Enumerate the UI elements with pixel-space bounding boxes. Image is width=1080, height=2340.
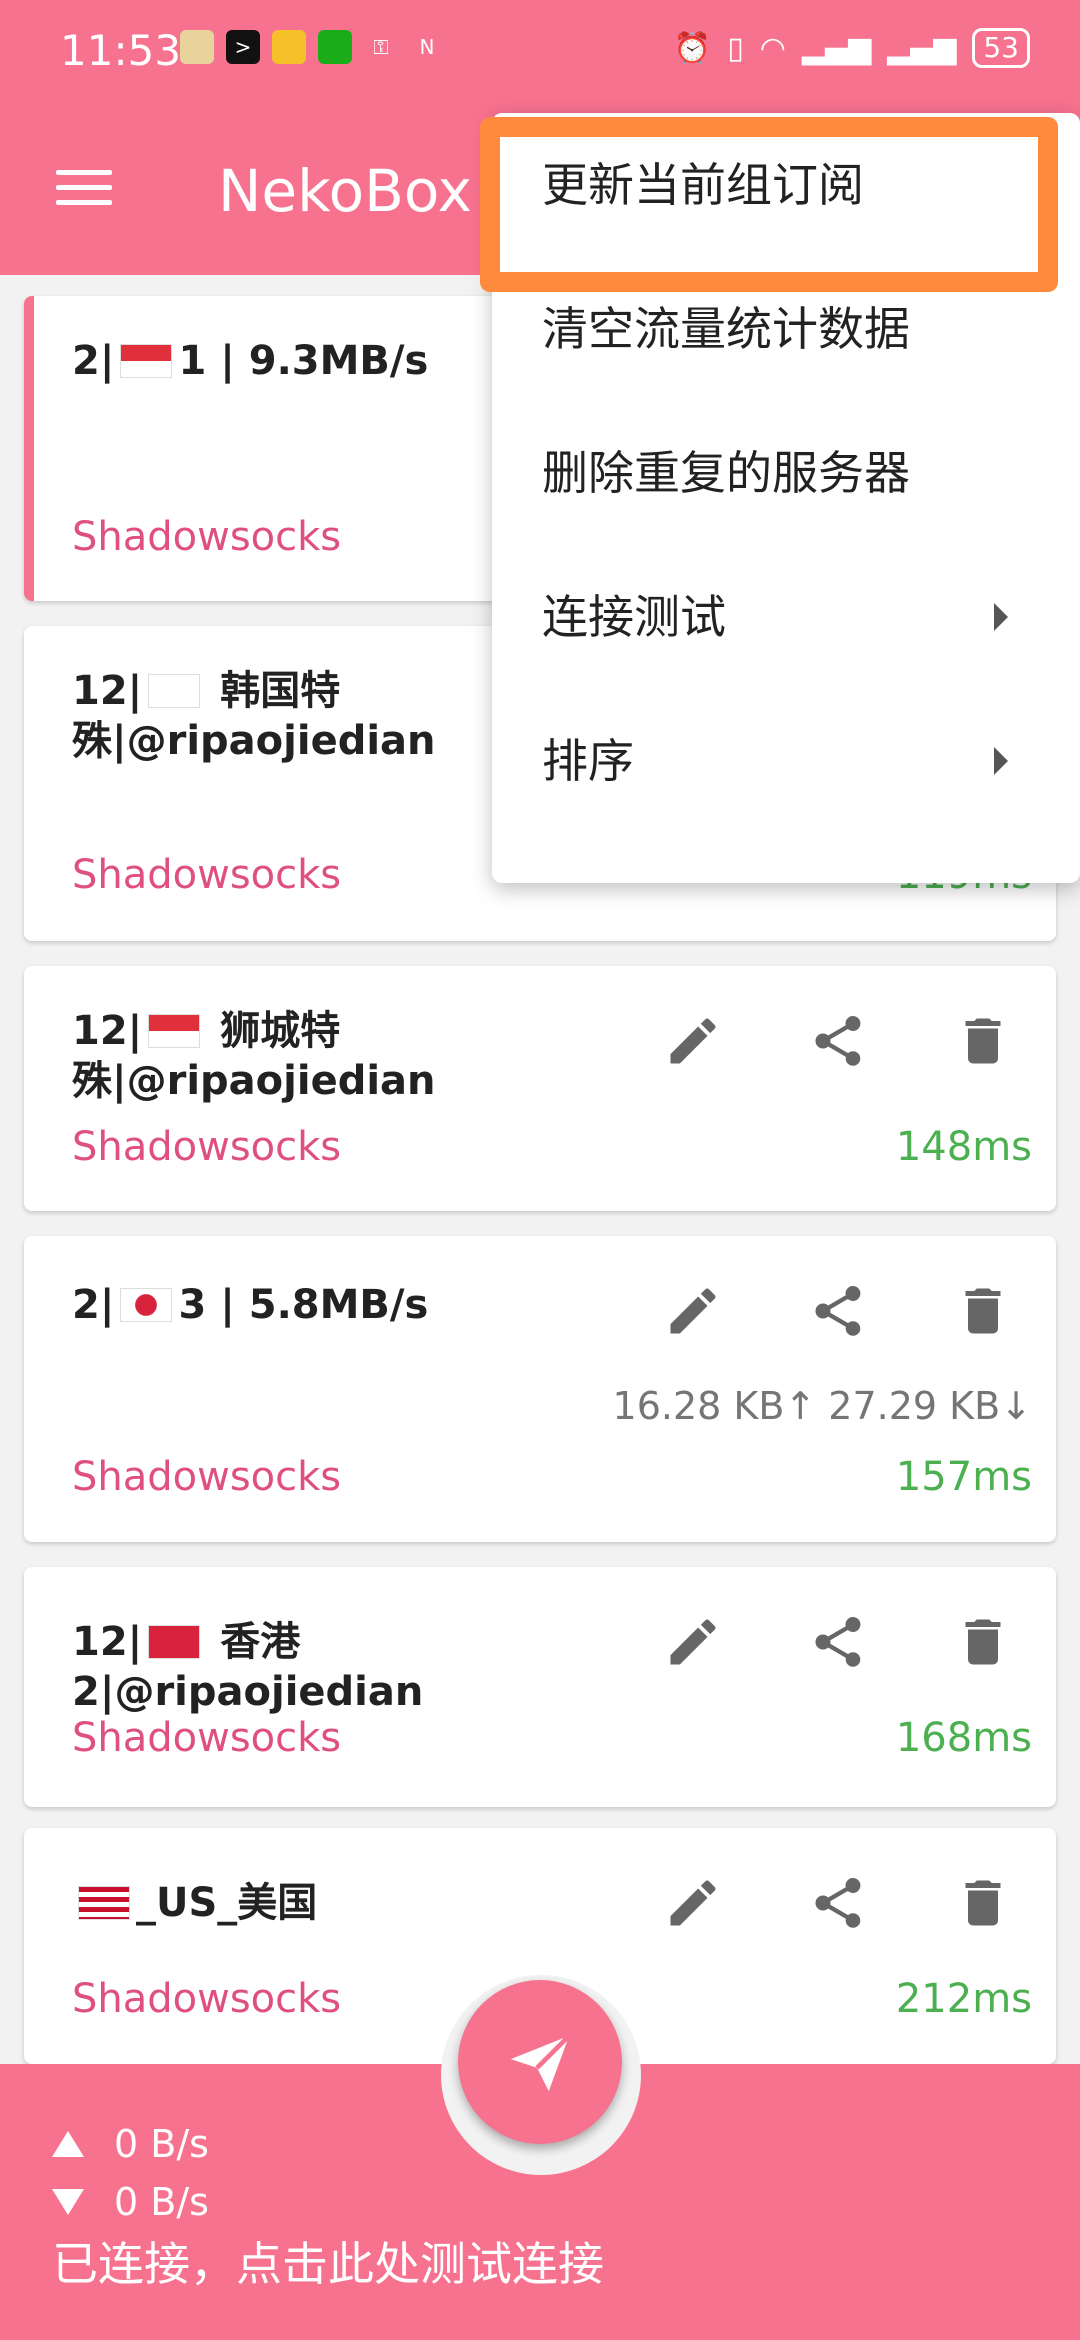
menu-item-clear-traffic[interactable]: 清空流量统计数据 [492, 257, 1080, 401]
alarm-icon: ⏰ [673, 30, 712, 66]
download-speed-value: 0 B/s [114, 2180, 209, 2224]
menu-item-remove-duplicates[interactable]: 删除重复的服务器 [492, 401, 1080, 545]
menu-item-sort[interactable]: 排序 [492, 689, 1080, 833]
server-card[interactable]: 12| 香港2|@ripaojiedian Shadowsocks 168ms [24, 1567, 1056, 1807]
wifi-icon: ◠ [759, 30, 786, 66]
server-latency: 168ms [895, 1715, 1032, 1761]
submenu-arrow-icon [994, 747, 1008, 775]
delete-icon[interactable] [948, 1276, 1018, 1346]
edit-icon[interactable] [658, 1607, 728, 1677]
system-icons: ⏰ ▯ ◠ ▂▄▆ ▂▄▆ 53 [674, 28, 1030, 68]
server-type: Shadowsocks [72, 514, 342, 560]
server-card[interactable]: 2| 3 | 5.8MB/s 16.28 KB↑ 27.29 KB↓ Shadow… [24, 1236, 1056, 1542]
download-arrow-icon [52, 2189, 84, 2215]
battery-icon: 53 [972, 28, 1030, 68]
connect-fab[interactable] [458, 1980, 622, 2144]
edit-icon[interactable] [658, 1868, 728, 1938]
edit-icon[interactable] [658, 1276, 728, 1346]
folder-icon [272, 30, 306, 64]
app-notification-icon [180, 30, 214, 64]
vibrate-icon: ▯ [727, 30, 744, 66]
server-type: Shadowsocks [72, 1715, 342, 1761]
flag-us-icon [78, 1886, 130, 1920]
delete-icon[interactable] [948, 1868, 1018, 1938]
server-latency: 148ms [895, 1124, 1032, 1170]
hamburger-menu-icon[interactable] [56, 170, 112, 210]
send-icon [510, 2034, 571, 2092]
card-actions [658, 1868, 1018, 1938]
upload-arrow-icon [52, 2131, 84, 2157]
server-type: Shadowsocks [72, 1124, 342, 1170]
server-type: Shadowsocks [72, 1454, 342, 1500]
delete-icon[interactable] [948, 1607, 1018, 1677]
download-speed: 0 B/s [52, 2180, 209, 2224]
terminal-icon: > [226, 30, 260, 64]
connection-status[interactable]: 已连接，点击此处测试连接 [52, 2228, 604, 2294]
card-actions [658, 1006, 1018, 1076]
notification-icons: > ⚿ N [180, 30, 444, 64]
signal-icon-2: ▂▄▆ [887, 30, 957, 66]
menu-item-label: 删除重复的服务器 [542, 446, 910, 500]
status-bar: 11:53 > ⚿ N ⏰ ▯ ◠ ▂▄▆ ▂▄▆ 53 [0, 0, 1080, 105]
overflow-menu: 更新当前组订阅 清空流量统计数据 删除重复的服务器 连接测试 排序 [492, 113, 1080, 883]
status-time: 11:53 [60, 26, 182, 75]
menu-item-connection-test[interactable]: 连接测试 [492, 545, 1080, 689]
submenu-arrow-icon [994, 603, 1008, 631]
wechat-icon [318, 30, 352, 64]
server-latency: 157ms [895, 1454, 1032, 1500]
share-icon[interactable] [803, 1276, 873, 1346]
server-name: 12| 狮城特殊|@ripaojiedian [72, 1008, 436, 1104]
server-latency: 212ms [895, 1976, 1032, 2022]
flag-sg-icon [120, 344, 173, 378]
share-icon[interactable] [803, 1006, 873, 1076]
key-icon: ⚿ [373, 35, 389, 59]
edit-icon[interactable] [658, 1006, 728, 1076]
server-name: 12| 香港2|@ripaojiedian [72, 1619, 424, 1715]
flag-kr-icon [148, 674, 201, 708]
app-title: NekoBox [218, 157, 472, 225]
server-card[interactable]: 12| 狮城特殊|@ripaojiedian Shadowsocks 148ms [24, 966, 1056, 1211]
server-name: _US_美国 [72, 1878, 632, 1928]
card-actions [658, 1607, 1018, 1677]
flag-hk-icon [148, 1625, 201, 1659]
signal-icon: ▂▄▆ [801, 30, 872, 66]
server-type: Shadowsocks [72, 852, 342, 898]
menu-item-label: 清空流量统计数据 [542, 302, 910, 356]
upload-speed-value: 0 B/s [114, 2122, 209, 2166]
menu-item-label: 排序 [542, 734, 634, 788]
upload-speed: 0 B/s [52, 2122, 209, 2166]
server-type: Shadowsocks [72, 1976, 342, 2022]
share-icon[interactable] [803, 1607, 873, 1677]
menu-item-label: 连接测试 [542, 590, 726, 644]
server-name: 2| 3 | 5.8MB/s [72, 1282, 429, 1328]
card-actions [658, 1276, 1018, 1346]
traffic-stats: 16.28 KB↑ 27.29 KB↓ [612, 1384, 1032, 1428]
nfc-icon: N [419, 35, 435, 59]
share-icon[interactable] [803, 1868, 873, 1938]
flag-jp-icon [120, 1288, 173, 1322]
menu-item-label: 更新当前组订阅 [542, 158, 864, 212]
delete-icon[interactable] [948, 1006, 1018, 1076]
flag-sg-icon [148, 1014, 201, 1048]
menu-item-update-subscription[interactable]: 更新当前组订阅 [492, 113, 1080, 257]
